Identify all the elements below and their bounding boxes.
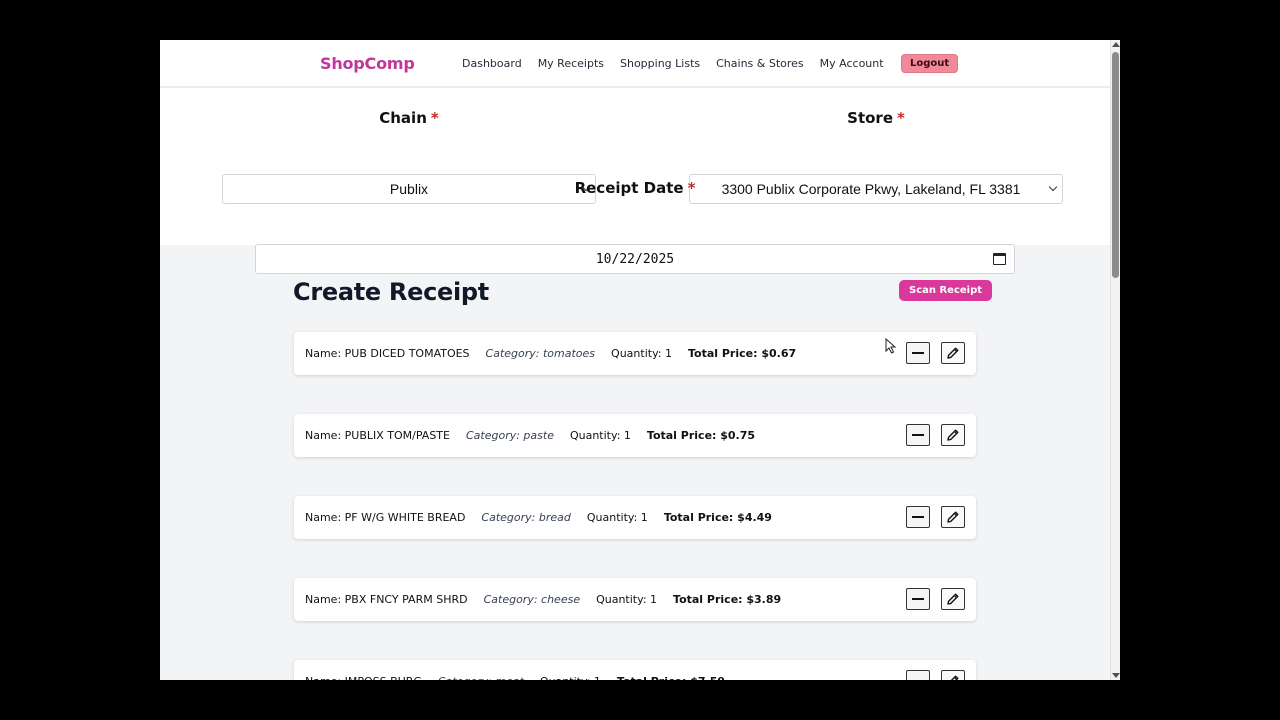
scroll-down-icon[interactable]	[1112, 673, 1120, 678]
item-category: Category: meat	[438, 675, 524, 680]
item-category: Category: tomatoes	[485, 347, 596, 360]
edit-item-button[interactable]	[941, 342, 965, 364]
calendar-icon[interactable]	[993, 253, 1006, 265]
pencil-icon	[947, 593, 959, 605]
edit-item-button[interactable]	[941, 506, 965, 528]
scroll-thumb[interactable]	[1112, 52, 1119, 278]
minus-icon	[912, 434, 924, 436]
edit-item-button[interactable]	[941, 424, 965, 446]
nav-links: Dashboard My Receipts Shopping Lists Cha…	[462, 57, 884, 70]
nav-dashboard[interactable]: Dashboard	[462, 57, 522, 70]
remove-item-button[interactable]	[906, 342, 930, 364]
receipt-item-row: Name: IMPOSS BURG Category: meat Quantity:…	[294, 660, 976, 680]
item-name: Name: IMPOSS BURG	[305, 675, 422, 680]
pencil-icon	[947, 347, 959, 359]
nav-my-receipts[interactable]: My Receipts	[538, 57, 604, 70]
item-name: Name: PBX FNCY PARM SHRD	[305, 593, 468, 606]
receipt-item-row: Name: PUB DICED TOMATOES Category: tomato…	[294, 332, 976, 375]
item-quantity: Quantity: 1	[586, 511, 648, 524]
item-total-price: Total Price: $4.49	[663, 511, 772, 524]
receipt-form: Chain * Publix Store * 3300 Publix Corpora…	[160, 88, 1110, 274]
receipt-item-row: Name: PF W/G WHITE BREAD Category: bread Q…	[294, 496, 976, 539]
item-quantity: Quantity: 1	[596, 593, 658, 606]
page-viewport: ShopComp Dashboard My Receipts Shopping …	[160, 40, 1110, 680]
item-quantity: Quantity: 1	[569, 429, 631, 442]
mouse-cursor-icon	[885, 338, 897, 354]
remove-item-button[interactable]	[906, 588, 930, 610]
receipt-date-value: 10/22/2025	[595, 251, 675, 267]
pencil-icon	[947, 511, 959, 523]
remove-item-button[interactable]	[906, 424, 930, 446]
item-actions	[906, 506, 965, 528]
scroll-up-icon[interactable]	[1112, 42, 1120, 47]
receipt-date-input[interactable]: 10/22/2025	[255, 244, 1015, 274]
edit-item-button[interactable]	[941, 670, 965, 680]
minus-icon	[912, 516, 924, 518]
item-total-price: Total Price: $7.59	[617, 675, 725, 680]
item-category: Category: cheese	[483, 593, 581, 606]
nav-chains-stores[interactable]: Chains & Stores	[716, 57, 804, 70]
remove-item-button[interactable]	[906, 670, 930, 680]
item-total-price: Total Price: $3.89	[673, 593, 782, 606]
pencil-icon	[947, 429, 959, 441]
nav-shopping-lists[interactable]: Shopping Lists	[620, 57, 700, 70]
item-total-price: Total Price: $0.67	[687, 347, 797, 360]
chevron-down-icon	[1048, 182, 1058, 192]
edit-item-button[interactable]	[941, 588, 965, 610]
item-name: Name: PUB DICED TOMATOES	[305, 347, 470, 360]
item-quantity: Quantity: 1	[540, 675, 601, 680]
scan-receipt-button[interactable]: Scan Receipt	[899, 280, 993, 301]
chain-label: Chain *	[379, 109, 439, 127]
item-actions	[906, 670, 965, 680]
vertical-scrollbar[interactable]	[1110, 40, 1120, 680]
receipt-item-row: Name: PUBLIX TOM/PASTE Category: paste Qua…	[294, 414, 976, 457]
logout-button[interactable]: Logout	[901, 54, 959, 73]
top-navbar: ShopComp Dashboard My Receipts Shopping …	[160, 40, 1110, 87]
store-label: Store *	[847, 109, 905, 127]
item-category: Category: bread	[481, 511, 571, 524]
item-actions	[906, 588, 965, 610]
minus-icon	[912, 352, 924, 354]
item-name: Name: PF W/G WHITE BREAD	[305, 511, 466, 524]
nav-my-account[interactable]: My Account	[820, 57, 884, 70]
item-category: Category: paste	[465, 429, 554, 442]
minus-icon	[912, 598, 924, 600]
required-mark: *	[897, 109, 905, 127]
required-mark: *	[430, 109, 439, 127]
page-title: Create Receipt	[293, 278, 489, 306]
item-total-price: Total Price: $0.75	[646, 429, 756, 442]
remove-item-button[interactable]	[906, 506, 930, 528]
browser-window: ShopComp Dashboard My Receipts Shopping …	[160, 40, 1120, 680]
brand-logo[interactable]: ShopComp	[320, 54, 415, 73]
required-mark: *	[687, 179, 696, 197]
pencil-icon	[950, 675, 959, 680]
item-name: Name: PUBLIX TOM/PASTE	[305, 429, 450, 442]
receipt-item-row: Name: PBX FNCY PARM SHRD Category: cheese…	[294, 578, 976, 621]
item-actions	[906, 424, 965, 446]
receipt-date-label: Receipt Date *	[574, 179, 696, 197]
item-quantity: Quantity: 1	[611, 347, 672, 360]
item-actions	[906, 342, 965, 364]
